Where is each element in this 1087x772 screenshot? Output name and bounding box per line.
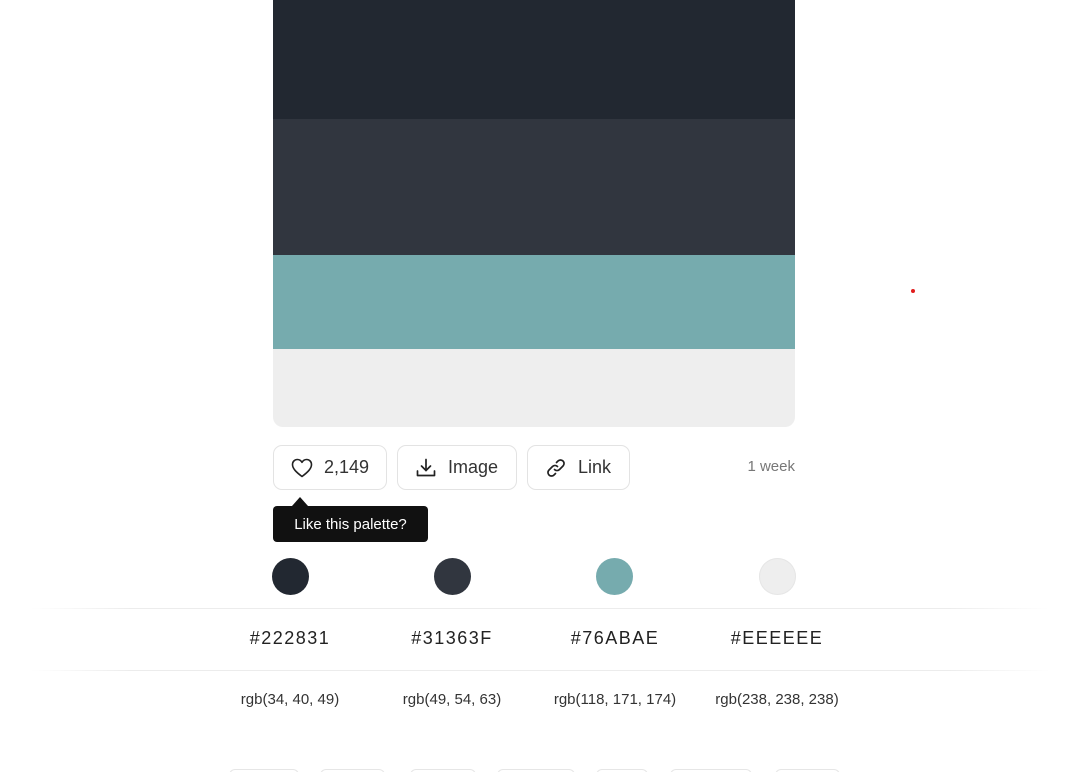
hex-code[interactable]: #76ABAE [534,628,696,649]
tooltip-arrow [292,497,308,506]
rgb-code[interactable]: rgb(34, 40, 49) [209,691,371,708]
copy-link-button[interactable]: Link [527,445,630,490]
swatch-eeeeee[interactable] [273,349,795,427]
palette-page: 2,149 Image Link 1 week Like this palett… [0,0,1087,772]
color-dot-31363f[interactable] [434,558,471,595]
swatch-76abae[interactable] [273,255,795,349]
like-tooltip: Like this palette? [273,506,428,542]
divider-bottom [30,670,1050,671]
hex-code[interactable]: #EEEEEE [696,628,858,649]
divider-top [30,608,1050,609]
palette-actions: 2,149 Image Link 1 week [273,445,795,492]
rgb-code[interactable]: rgb(49, 54, 63) [371,691,533,708]
rgb-code[interactable]: rgb(118, 171, 174) [534,691,696,708]
rgb-code[interactable]: rgb(238, 238, 238) [696,691,858,708]
cursor-marker [911,289,915,293]
palette-preview [273,0,795,427]
swatch-222831[interactable] [273,0,795,119]
hex-code[interactable]: #222831 [209,628,371,649]
link-label: Link [578,457,612,477]
published-time: 1 week [747,458,795,475]
hex-code[interactable]: #31363F [371,628,533,649]
image-label: Image [448,457,499,477]
download-image-button[interactable]: Image [397,445,517,490]
color-dot-eeeeee[interactable] [759,558,796,595]
like-count: 2,149 [324,457,370,477]
link-icon [547,458,565,477]
like-button[interactable]: 2,149 [273,445,387,490]
download-icon [416,458,436,476]
color-dot-222831[interactable] [272,558,309,595]
heart-icon [291,458,313,477]
color-dot-76abae[interactable] [596,558,633,595]
swatch-31363f[interactable] [273,119,795,255]
